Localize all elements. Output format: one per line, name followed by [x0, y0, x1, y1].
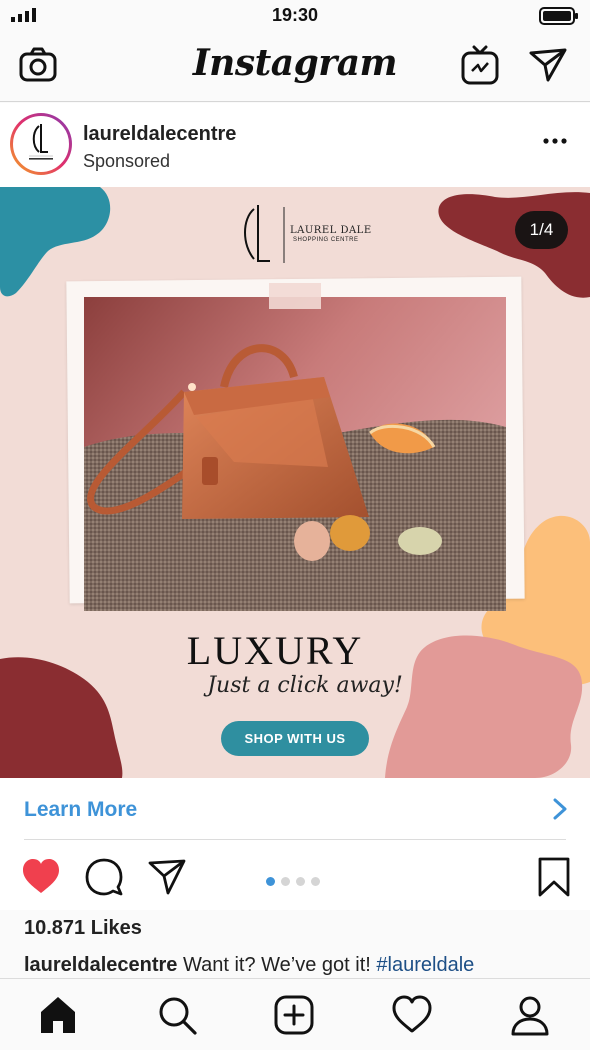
carousel-dot	[266, 877, 275, 886]
igtv-icon[interactable]	[460, 45, 500, 85]
carousel-dot	[296, 877, 305, 886]
carousel-dot	[281, 877, 290, 886]
sponsored-label: Sponsored	[83, 151, 171, 171]
ad-creative[interactable]: 1/4 LAUREL DALE SHOPPING CENTRE LUXURY J…	[0, 187, 590, 778]
activity-heart-icon[interactable]	[391, 994, 433, 1036]
post-caption: laureldalecentre Want it? We’ve got it! …	[24, 954, 474, 977]
direct-send-icon[interactable]	[528, 45, 568, 85]
brand-name: LAUREL DALE	[290, 225, 372, 236]
ad-tagline: Just a click away!	[207, 673, 403, 698]
learn-more-bar[interactable]: Learn More	[0, 778, 590, 840]
search-icon[interactable]	[156, 994, 198, 1036]
likes-count[interactable]: 10.871 Likes	[24, 917, 142, 940]
caption-text: Want it? We’ve got it!	[182, 954, 371, 976]
bookmark-icon[interactable]	[534, 857, 574, 897]
ad-headline: LUXURY	[186, 628, 364, 673]
battery-icon	[539, 7, 578, 25]
product-photo	[84, 297, 506, 611]
brand-subtitle: SHOPPING CENTRE	[293, 237, 359, 243]
top-bar: Instagram	[0, 32, 590, 102]
home-icon[interactable]	[37, 994, 79, 1036]
add-icon[interactable]	[273, 994, 315, 1036]
shop-with-us-button[interactable]: SHOP WITH US	[221, 721, 369, 756]
post-header: laureldalecentre Sponsored	[0, 103, 590, 187]
profile-icon[interactable]	[509, 994, 551, 1036]
status-time: 19:30	[271, 5, 319, 25]
carousel-indicator	[266, 873, 326, 886]
caption-username[interactable]: laureldalecentre	[24, 954, 177, 976]
comment-icon[interactable]	[84, 857, 124, 897]
caption-hashtag[interactable]: #laureldale	[376, 954, 474, 976]
instagram-wordmark: Instagram	[192, 42, 398, 84]
post-actions	[0, 840, 590, 910]
brand-logo-avatar	[29, 124, 53, 160]
more-icon[interactable]	[542, 135, 568, 147]
carousel-counter: 1/4	[515, 211, 568, 249]
avatar[interactable]	[10, 113, 72, 175]
tape-strip	[269, 283, 321, 309]
bottom-nav	[0, 978, 590, 1050]
heart-icon[interactable]	[21, 857, 61, 897]
post-username[interactable]: laureldalecentre	[83, 123, 236, 146]
learn-more-label[interactable]: Learn More	[24, 798, 137, 822]
chevron-right-icon[interactable]	[552, 798, 568, 820]
share-icon[interactable]	[147, 857, 187, 897]
status-bar: 19:30	[0, 0, 590, 32]
carousel-dot	[311, 877, 320, 886]
